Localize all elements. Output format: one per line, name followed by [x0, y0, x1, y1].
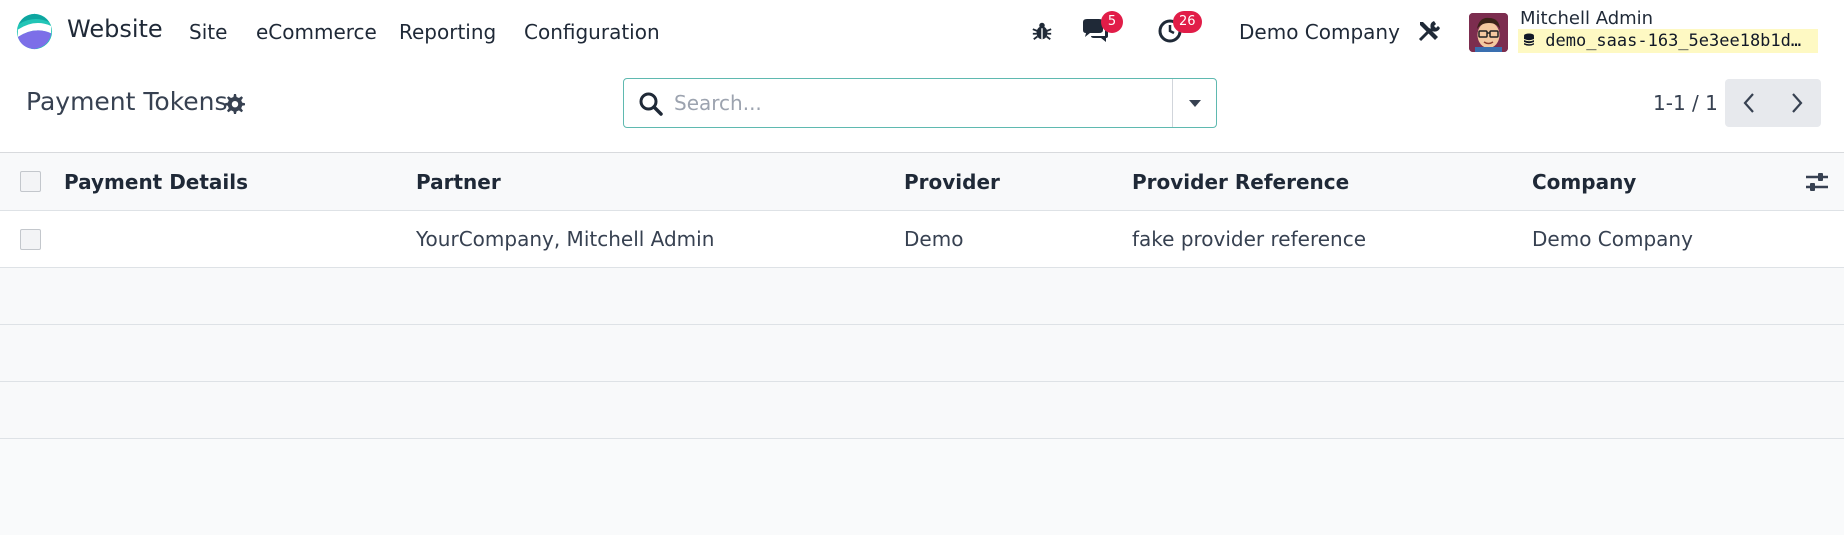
- column-header-partner[interactable]: Partner: [416, 153, 501, 210]
- app-name[interactable]: Website: [67, 15, 163, 43]
- chevron-right-icon: [1792, 93, 1803, 113]
- user-name[interactable]: Mitchell Admin: [1520, 8, 1653, 29]
- select-all-checkbox[interactable]: [20, 171, 41, 192]
- search-bar: [623, 78, 1217, 128]
- menu-site[interactable]: Site: [189, 20, 227, 44]
- column-header-company[interactable]: Company: [1532, 153, 1636, 210]
- cell-partner: YourCompany, Mitchell Admin: [416, 227, 715, 251]
- gear-icon[interactable]: [222, 92, 246, 116]
- cell-company: Demo Company: [1532, 227, 1693, 251]
- database-name-text: demo_saas-163_5e3ee18b1d…: [1545, 31, 1802, 51]
- payment-tokens-list: Payment Details Partner Provider Provide…: [0, 153, 1844, 439]
- optional-columns-icon[interactable]: [1805, 171, 1829, 193]
- search-input[interactable]: [674, 87, 1174, 119]
- column-header-payment-details[interactable]: Payment Details: [64, 153, 248, 210]
- menu-ecommerce[interactable]: eCommerce: [256, 20, 377, 44]
- website-logo-icon[interactable]: [16, 13, 53, 50]
- page-title: Payment Tokens: [26, 87, 228, 116]
- pager-next-button[interactable]: [1773, 79, 1821, 127]
- row-checkbox[interactable]: [20, 229, 41, 250]
- cell-provider: Demo: [904, 227, 964, 251]
- chevron-left-icon: [1743, 93, 1754, 113]
- messages-count-badge: 5: [1101, 11, 1123, 33]
- search-options-toggle[interactable]: [1172, 79, 1216, 127]
- company-switcher[interactable]: Demo Company: [1239, 20, 1400, 44]
- top-navbar: Website Site eCommerce Reporting Configu…: [0, 0, 1844, 63]
- database-icon: [1523, 33, 1535, 46]
- bug-icon[interactable]: [1027, 16, 1057, 46]
- pager-value[interactable]: 1-1 / 1: [1653, 91, 1718, 115]
- menu-reporting[interactable]: Reporting: [399, 20, 496, 44]
- search-icon: [639, 92, 663, 116]
- caret-down-icon: [1188, 100, 1201, 107]
- activities-count-badge: 26: [1173, 11, 1202, 33]
- database-name: demo_saas-163_5e3ee18b1d…: [1518, 29, 1818, 53]
- pager-previous-button[interactable]: [1725, 79, 1773, 127]
- user-avatar[interactable]: [1469, 13, 1508, 52]
- empty-row: [0, 325, 1844, 382]
- column-header-provider[interactable]: Provider: [904, 153, 1000, 210]
- control-panel: Payment Tokens 1-1 / 1: [0, 63, 1844, 153]
- cell-provider-reference: fake provider reference: [1132, 227, 1367, 251]
- table-row[interactable]: YourCompany, Mitchell Admin Demo fake pr…: [0, 211, 1844, 268]
- empty-row: [0, 382, 1844, 439]
- tools-icon[interactable]: [1414, 16, 1444, 46]
- menu-configuration[interactable]: Configuration: [524, 20, 660, 44]
- column-header-provider-reference[interactable]: Provider Reference: [1132, 153, 1349, 210]
- empty-row: [0, 268, 1844, 325]
- table-header: Payment Details Partner Provider Provide…: [0, 153, 1844, 211]
